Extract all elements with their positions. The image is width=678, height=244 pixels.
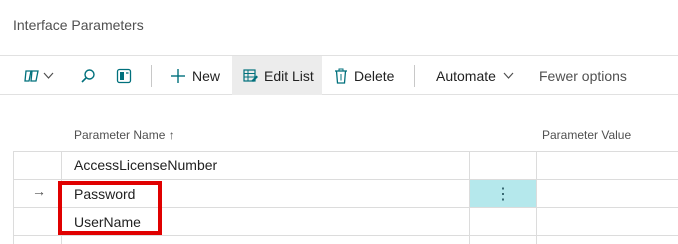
more-options-icon: ⋮: [495, 185, 511, 203]
delete-button[interactable]: Delete: [334, 56, 394, 95]
edit-list-button[interactable]: Edit List: [232, 56, 322, 95]
filter-pane-button[interactable]: [24, 56, 54, 95]
row-indicator-arrow: →: [32, 183, 46, 199]
column-header-parameter-name[interactable]: Parameter Name ↑: [74, 128, 175, 142]
delete-label: Delete: [354, 67, 395, 84]
plus-icon: [170, 68, 186, 84]
new-button[interactable]: New: [170, 56, 220, 95]
grid-line: [13, 151, 678, 152]
row-actions-button[interactable]: ⋮: [470, 180, 536, 207]
grid-line: [536, 151, 537, 244]
grid-line: [13, 151, 14, 244]
column-header-parameter-value[interactable]: Parameter Value: [542, 128, 631, 142]
chevron-down-icon: [43, 72, 54, 80]
edit-list-label: Edit List: [264, 67, 314, 84]
highlight-annotation: [58, 181, 162, 235]
edit-list-icon: [243, 68, 259, 84]
search-button[interactable]: [80, 56, 96, 95]
open-in-excel-icon: [116, 68, 132, 84]
search-icon: [80, 68, 96, 84]
trash-icon: [334, 68, 348, 84]
automate-label: Automate: [436, 67, 496, 84]
toolbar-separator: [414, 65, 415, 87]
filter-pane-icon: [24, 68, 40, 84]
open-in-excel-button[interactable]: [116, 56, 132, 95]
page-title: Interface Parameters: [13, 17, 144, 33]
grid-line: [13, 179, 678, 180]
toolbar-separator: [151, 65, 152, 87]
automate-menu-button[interactable]: Automate: [436, 56, 514, 95]
action-bar: New Edit List Delete Automate Fewer opti…: [0, 55, 678, 95]
new-label: New: [192, 67, 221, 84]
fewer-options-button[interactable]: Fewer options: [539, 56, 627, 95]
parameter-name-cell[interactable]: AccessLicenseNumber: [74, 157, 217, 173]
grid-line: [13, 235, 678, 236]
fewer-options-label: Fewer options: [539, 67, 627, 84]
chevron-down-icon: [503, 72, 514, 80]
